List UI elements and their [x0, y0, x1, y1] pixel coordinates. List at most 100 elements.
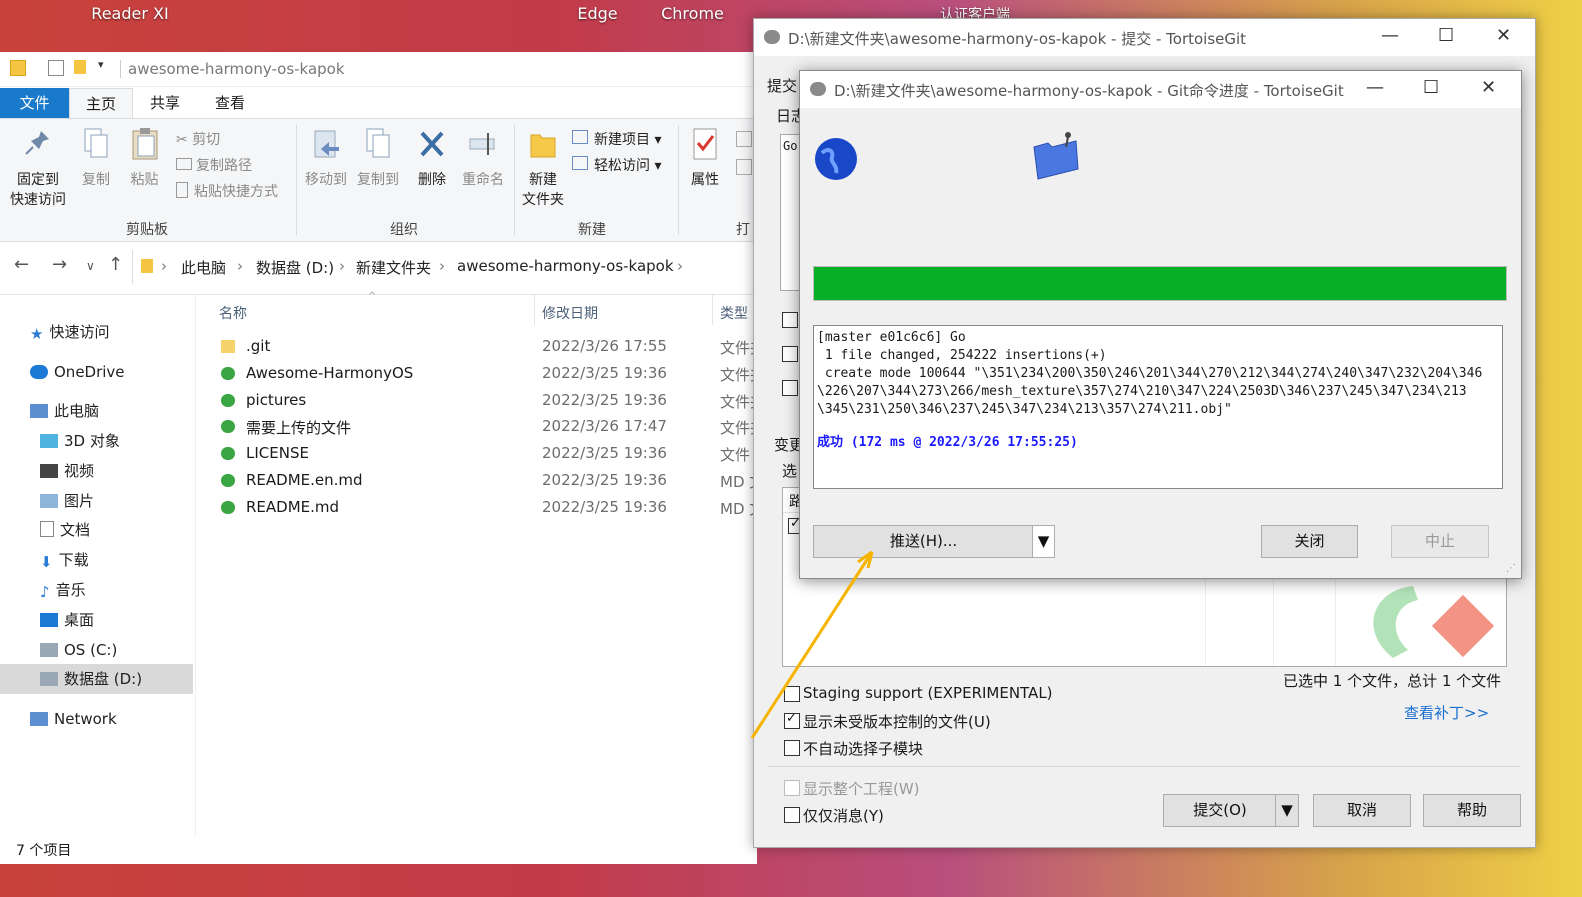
show-whole-project-checkbox[interactable]: [784, 780, 800, 796]
nav-data-d[interactable]: 数据盘 (D:): [0, 664, 193, 694]
file-type: 文件: [720, 446, 751, 465]
close-icon[interactable]: ✕: [1496, 25, 1511, 46]
table-row[interactable]: LICENSE 2022/3/25 19:36 文件: [196, 440, 757, 467]
delete-button[interactable]: 删除: [410, 127, 454, 189]
forward-arrow-icon[interactable]: →: [52, 254, 67, 275]
minimize-icon[interactable]: —: [1381, 25, 1399, 46]
new-item-button[interactable]: 新建项目 ▾: [572, 129, 661, 149]
pin-quick-access-button[interactable]: 固定到 快速访问: [4, 127, 72, 209]
breadcrumb-new-folder[interactable]: 新建文件夹: [356, 257, 431, 278]
open-icon[interactable]: [736, 131, 752, 147]
properties-qat-icon[interactable]: [48, 60, 64, 76]
show-whole-project-label: 显示整个工程(W): [803, 780, 920, 798]
group-label-clipboard: 剪贴板: [126, 222, 168, 238]
table-row[interactable]: pictures 2022/3/25 19:36 文件夹: [196, 387, 757, 414]
back-arrow-icon[interactable]: ←: [14, 254, 29, 275]
maximize-icon[interactable]: ☐: [1438, 25, 1454, 46]
table-row[interactable]: Awesome-HarmonyOS 2022/3/25 19:36 文件夹: [196, 360, 757, 387]
table-row[interactable]: README.en.md 2022/3/25 19:36 MD 文件: [196, 467, 757, 494]
edit-icon[interactable]: [736, 159, 752, 175]
paste-shortcut-button[interactable]: 粘贴快捷方式: [176, 181, 278, 201]
table-row[interactable]: .git 2022/3/26 17:55 文件夹: [196, 333, 757, 360]
address-bar[interactable]: › 此电脑 › 数据盘 (D:) › 新建文件夹 › awesome-harmo…: [132, 250, 758, 284]
close-icon[interactable]: ✕: [1481, 77, 1496, 98]
nav-videos[interactable]: 视频: [40, 456, 94, 486]
cancel-button[interactable]: 取消: [1313, 794, 1411, 827]
maximize-icon[interactable]: ☐: [1423, 77, 1439, 98]
nav-quick-access[interactable]: ★ 快速访问: [30, 317, 109, 347]
nav-network[interactable]: Network: [30, 704, 117, 734]
dropdown-caret-icon: ▾: [650, 132, 662, 148]
push-dropdown-button[interactable]: ▼: [1032, 525, 1055, 558]
staging-support-checkbox[interactable]: [784, 686, 800, 702]
move-to-button[interactable]: 移动到: [300, 127, 352, 189]
copy-path-button[interactable]: 复制路径: [176, 155, 252, 175]
show-unversioned-checkbox[interactable]: [784, 711, 800, 729]
nav-music[interactable]: ♪ 音乐: [40, 575, 86, 605]
resize-grip-icon[interactable]: ⋰: [1506, 563, 1516, 574]
globe-icon: [815, 138, 857, 180]
desktop-icon-label-chrome[interactable]: Chrome: [650, 4, 735, 23]
column-header-type[interactable]: 类型: [720, 303, 748, 323]
folder-icon: [141, 259, 153, 273]
commit-dropdown-button[interactable]: ▼: [1275, 794, 1299, 827]
nav-3d-objects[interactable]: 3D 对象: [40, 426, 120, 456]
qat-dropdown-icon[interactable]: ▾: [98, 58, 104, 71]
new-item-icon: [572, 130, 588, 144]
message-only-checkbox[interactable]: [784, 807, 800, 823]
rename-button[interactable]: 重命名: [458, 127, 508, 189]
copy-button[interactable]: 复制: [76, 127, 116, 189]
nav-documents[interactable]: 文档: [40, 515, 90, 545]
paste-button[interactable]: 粘贴: [122, 127, 167, 189]
nav-desktop[interactable]: 桌面: [40, 605, 94, 635]
tab-view[interactable]: 查看: [197, 88, 263, 118]
up-arrow-icon[interactable]: ↑: [108, 254, 123, 275]
hidden-checkbox-3[interactable]: [782, 380, 798, 396]
nav-downloads[interactable]: ⬇ 下载: [40, 545, 89, 575]
new-folder-qat-icon[interactable]: [74, 60, 86, 74]
nav-label: OneDrive: [54, 363, 125, 381]
copy-to-button[interactable]: 复制到: [352, 127, 404, 189]
progress-title: D:\新建文件夹\awesome-harmony-os-kapok - Git命…: [834, 82, 1344, 100]
properties-button[interactable]: 属性: [684, 127, 726, 189]
close-button[interactable]: 关闭: [1261, 525, 1358, 558]
git-file-clean-icon: [221, 447, 235, 461]
file-name: .git: [246, 337, 271, 355]
column-header-date[interactable]: 修改日期: [542, 303, 598, 323]
group-label-organize: 组织: [390, 222, 418, 238]
breadcrumb-this-pc[interactable]: 此电脑: [181, 257, 226, 278]
computer-icon: [30, 404, 48, 418]
ribbon-home: 固定到 快速访问 复制 粘贴 ✂ 剪切 复制路径 粘贴快捷方式 剪贴板 移动到 …: [0, 118, 757, 258]
commit-button[interactable]: 提交(O): [1163, 794, 1277, 827]
nav-pictures[interactable]: 图片: [40, 486, 94, 516]
git-file-clean-icon: [221, 500, 235, 514]
tab-share[interactable]: 共享: [133, 88, 197, 118]
cut-button[interactable]: ✂ 剪切: [176, 129, 220, 149]
breadcrumb-repo[interactable]: awesome-harmony-os-kapok: [457, 257, 674, 275]
table-row[interactable]: 需要上传的文件 2022/3/26 17:47 文件夹: [196, 413, 757, 440]
nav-this-pc[interactable]: 此电脑: [30, 396, 99, 426]
cancel-button-label: 取消: [1346, 801, 1377, 819]
table-row[interactable]: README.md 2022/3/25 19:36 MD 文件: [196, 494, 757, 521]
breadcrumb-drive-d[interactable]: 数据盘 (D:): [256, 257, 334, 278]
minimize-icon[interactable]: —: [1366, 77, 1384, 98]
no-autoselect-submodules-checkbox[interactable]: [784, 740, 800, 756]
tab-home[interactable]: 主页: [69, 88, 133, 119]
tab-file[interactable]: 文件: [0, 88, 69, 118]
nav-os-c[interactable]: OS (C:): [40, 635, 117, 665]
abort-button[interactable]: 中止: [1391, 525, 1489, 558]
new-folder-icon: [530, 134, 556, 158]
git-output-log[interactable]: [master e01c6c6] Go 1 file changed, 2542…: [813, 325, 1503, 489]
column-header-name[interactable]: 名称: [219, 303, 247, 323]
new-folder-button[interactable]: 新建 文件夹: [518, 127, 568, 209]
help-button[interactable]: 帮助: [1423, 794, 1521, 827]
hidden-checkbox-2[interactable]: [782, 346, 798, 362]
hidden-checkbox-1[interactable]: [782, 312, 798, 328]
nav-onedrive[interactable]: OneDrive: [30, 357, 125, 387]
recent-locations-icon[interactable]: ∨: [86, 259, 95, 273]
easy-access-button[interactable]: 轻松访问 ▾: [572, 155, 661, 175]
desktop-icon-label-edge[interactable]: Edge: [560, 4, 635, 23]
view-patch-link[interactable]: 查看补丁>>: [1404, 702, 1489, 723]
push-button[interactable]: 推送(H)...: [813, 525, 1034, 558]
desktop-icon-label-reader[interactable]: Reader XI: [85, 4, 175, 23]
